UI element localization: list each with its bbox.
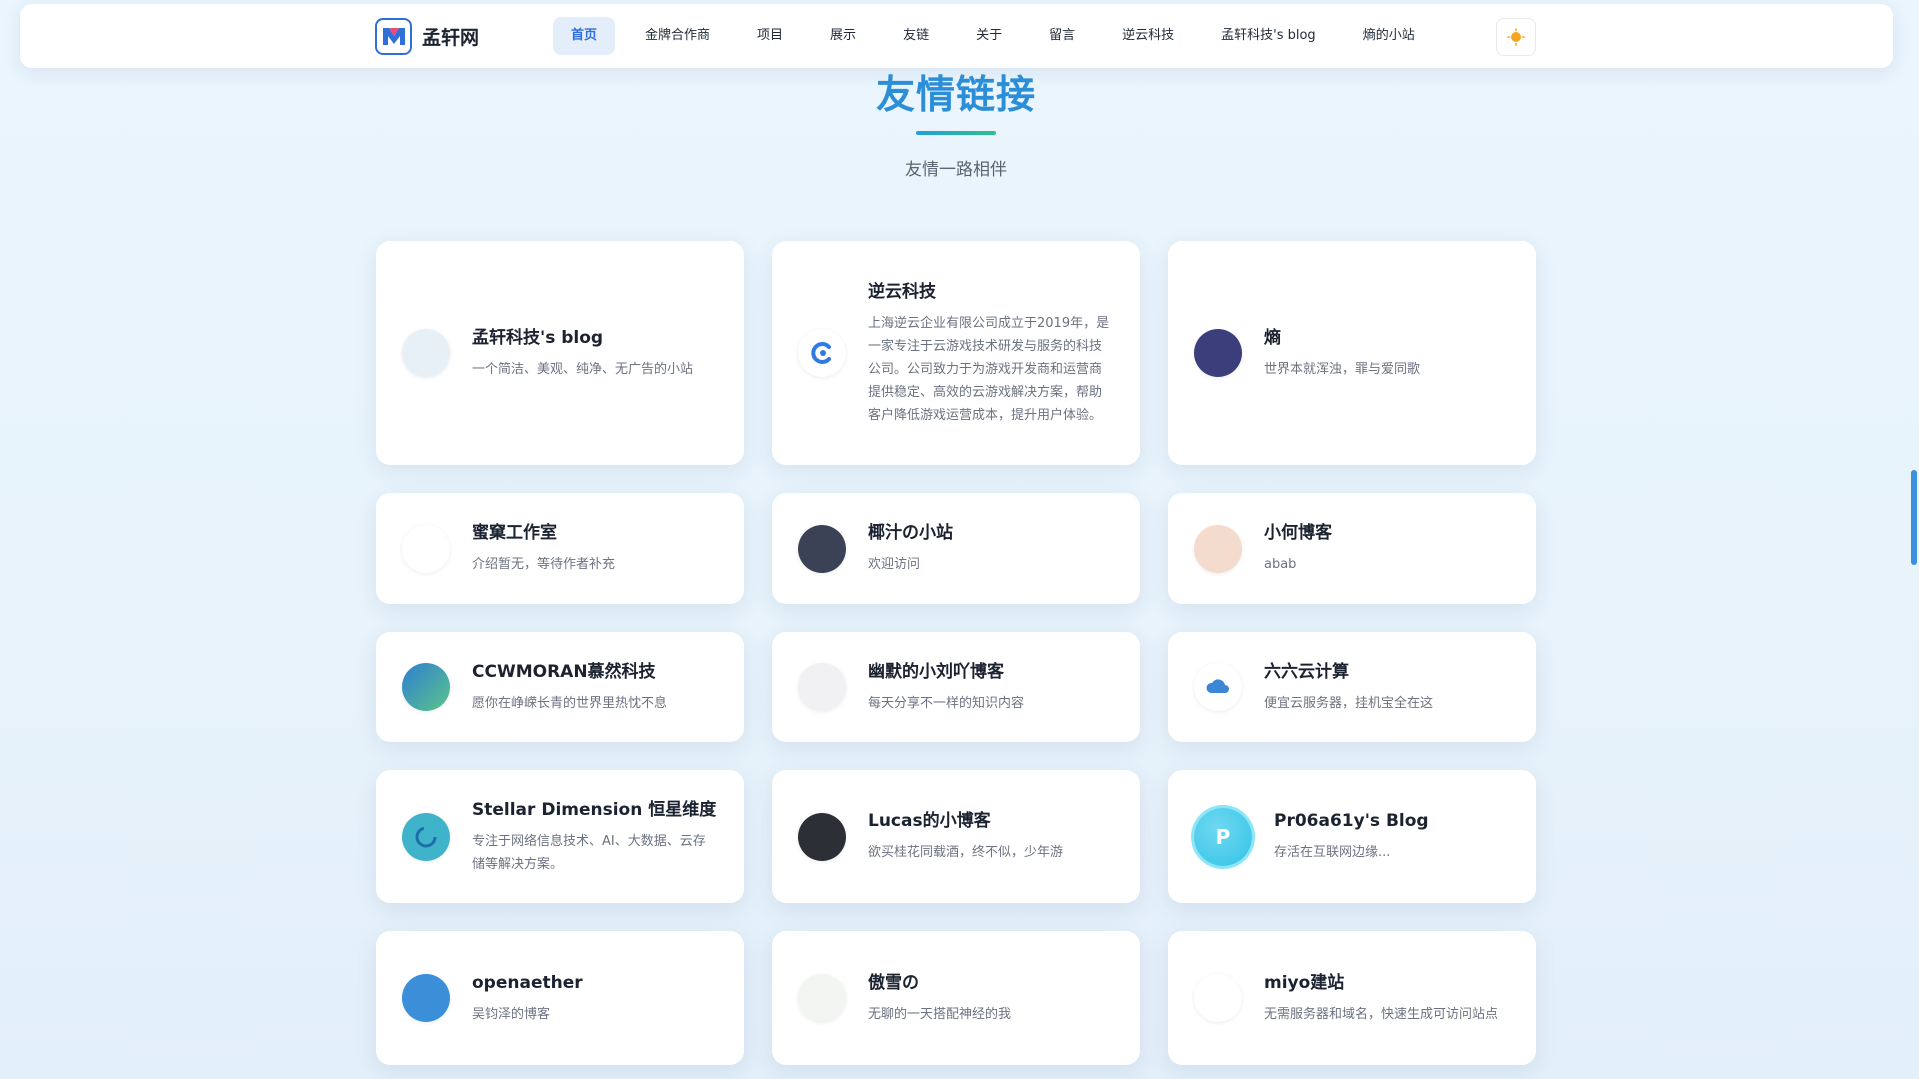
nav-item-niyun[interactable]: 逆云科技 <box>1105 17 1191 55</box>
letter-p-icon: P <box>1194 807 1252 866</box>
friend-link-card[interactable]: 幽默的小刘吖博客每天分享不一样的知识内容 <box>772 632 1140 742</box>
friend-link-card[interactable]: openaether 吴钧泽的博客 <box>376 931 744 1065</box>
friend-link-card[interactable]: Lucas的小博客欲买桂花同载酒，终不似，少年游 <box>772 770 1140 903</box>
friend-link-desc: 介绍暂无，等待作者补充 <box>472 557 616 572</box>
girl-avatar-icon <box>1194 524 1242 573</box>
friend-link-desc: 上海逆云企业有限公司成立于2019年，是一家专注于云游戏技术研发与服务的科技公司… <box>868 315 1110 423</box>
friend-link-card[interactable]: CCWMORAN慕然科技愿你在峥嵘长青的世界里热忱不息 <box>376 632 744 742</box>
cloud-logo-icon <box>1194 663 1242 711</box>
friend-link-name: 小何博客 <box>1264 523 1332 543</box>
friend-link-text: 蜜窠工作室介绍暂无，等待作者补充 <box>472 521 615 576</box>
friend-link-name: 六六云计算 <box>1264 661 1349 682</box>
friend-link-text: miyo建站无需服务器和域名，快速生成可访问站点 <box>1264 971 1498 1026</box>
friend-link-name: 熵 <box>1264 327 1281 348</box>
friend-link-desc: 世界本就浑浊，罪与爱同歌 <box>1264 361 1421 377</box>
friend-link-card[interactable]: 熵世界本就浑浊，罪与爱同歌 <box>1168 241 1536 465</box>
friend-link-card[interactable]: 蜜窠工作室介绍暂无，等待作者补充 <box>376 493 744 604</box>
friend-link-text: Pr06a61y's Blog 存活在互联网边缘... <box>1274 809 1429 864</box>
friend-link-text: 椰汁の小站 欢迎访问 <box>868 521 953 576</box>
friend-link-card[interactable]: P Pr06a61y's Blog 存活在互联网边缘... <box>1168 770 1536 903</box>
nav-item-mengxuan-blog[interactable]: 孟轩科技's blog <box>1204 17 1333 55</box>
friend-link-desc: 每天分享不一样的知识内容 <box>868 695 1025 711</box>
nav-item-showcase[interactable]: 展示 <box>813 17 873 55</box>
friend-link-desc: 欲买桂花同载酒，终不似，少年游 <box>868 845 1064 860</box>
friend-link-card[interactable]: 椰汁の小站 欢迎访问 <box>772 493 1140 604</box>
friend-link-card[interactable]: Stellar Dimension 恒星维度专注于网络信息技术、AI、大数据、云… <box>376 770 744 903</box>
section-title: 友情链接 <box>875 73 1036 118</box>
friend-link-desc: 欢迎访问 <box>868 557 921 572</box>
sketch-avatar-icon <box>798 974 846 1022</box>
white-hair-avatar-icon <box>798 663 846 711</box>
friend-link-desc: 无需服务器和域名，快速生成可访问站点 <box>1264 1006 1499 1022</box>
friend-link-text: 幽默的小刘吖博客每天分享不一样的知识内容 <box>868 660 1024 715</box>
friend-link-desc: 愿你在峥嵘长青的世界里热忱不息 <box>472 695 668 711</box>
nav-item-entropy-site[interactable]: 熵的小站 <box>1346 17 1432 55</box>
friend-link-text: 小何博客 abab <box>1264 521 1332 576</box>
friend-link-text: CCWMORAN慕然科技愿你在峥嵘长青的世界里热忱不息 <box>472 660 667 715</box>
friend-link-name: 幽默的小刘吖博客 <box>868 661 1004 682</box>
friend-link-text: Stellar Dimension 恒星维度专注于网络信息技术、AI、大数据、云… <box>472 798 718 876</box>
nav-item-projects[interactable]: 项目 <box>740 17 800 55</box>
nav-item-home[interactable]: 首页 <box>553 17 616 55</box>
brand-name: 孟轩网 <box>422 26 480 49</box>
m-logo-icon <box>375 17 412 55</box>
gradient-logo-icon <box>402 663 450 711</box>
friend-link-name: Stellar Dimension 恒星维度 <box>472 799 717 820</box>
anime-avatar-icon <box>402 329 450 377</box>
friend-link-name: Pr06a61y's Blog <box>1274 811 1429 831</box>
friend-link-desc: 一个简洁、美观、纯净、无广告的小站 <box>472 361 694 377</box>
friend-link-card[interactable]: 孟轩科技's blog 一个简洁、美观、纯净、无广告的小站 <box>376 241 744 465</box>
astronaut-avatar-icon <box>798 812 846 861</box>
theme-toggle-button[interactable] <box>1496 18 1536 56</box>
friend-link-text: 孟轩科技's blog 一个简洁、美观、纯净、无广告的小站 <box>472 326 693 381</box>
friend-link-text: openaether 吴钧泽的博客 <box>472 971 583 1026</box>
friend-link-card[interactable]: 傲雪の无聊的一天搭配神经的我 <box>772 931 1140 1065</box>
top-navbar: 孟轩网 首页 金牌合作商 项目 展示 友链 关于 留言 逆云科技 孟轩科技's … <box>20 4 1893 68</box>
friend-link-card[interactable]: 小何博客 abab <box>1168 493 1536 604</box>
friend-link-text: 傲雪の无聊的一天搭配神经的我 <box>868 971 1011 1026</box>
nav-item-gold-partners[interactable]: 金牌合作商 <box>628 17 727 55</box>
nav-item-guestbook[interactable]: 留言 <box>1032 17 1092 55</box>
friend-link-desc: 存活在互联网边缘... <box>1274 845 1391 860</box>
friend-link-name: 傲雪の <box>868 972 919 993</box>
main-nav: 首页 金牌合作商 项目 展示 友链 关于 留言 逆云科技 孟轩科技's blog… <box>553 17 1445 55</box>
nav-item-friend-links[interactable]: 友链 <box>886 17 946 55</box>
friend-link-name: CCWMORAN慕然科技 <box>472 661 656 682</box>
friend-link-name: 蜜窠工作室 <box>472 523 557 543</box>
friend-link-card[interactable]: 六六云计算便宜云服务器，挂机宝全在这 <box>1168 632 1536 742</box>
friend-link-text: 熵世界本就浑浊，罪与爱同歌 <box>1264 326 1420 381</box>
friend-link-name: 逆云科技 <box>868 281 936 302</box>
c-logo-icon <box>798 329 846 377</box>
section-subtitle: 友情一路相伴 <box>905 160 1007 180</box>
title-underline <box>916 131 996 135</box>
friend-link-name: 孟轩科技's blog <box>472 327 604 348</box>
friend-link-desc: 无聊的一天搭配神经的我 <box>868 1006 1012 1022</box>
night-sky-avatar-icon <box>1194 329 1242 377</box>
friend-link-name: openaether <box>472 972 583 993</box>
nav-item-about[interactable]: 关于 <box>959 17 1019 55</box>
scrollbar-thumb[interactable] <box>1911 470 1917 565</box>
friend-link-name: Lucas的小博客 <box>868 811 991 831</box>
friend-link-name: miyo建站 <box>1264 972 1345 993</box>
friend-link-text: 六六云计算便宜云服务器，挂机宝全在这 <box>1264 660 1433 715</box>
ring-logo-icon <box>402 812 450 861</box>
friend-link-desc: abab <box>1264 557 1297 572</box>
friend-link-card[interactable]: 逆云科技上海逆云企业有限公司成立于2019年，是一家专注于云游戏技术研发与服务的… <box>772 241 1140 465</box>
studio-logo-icon <box>402 524 450 573</box>
friend-link-card[interactable]: miyo建站无需服务器和域名，快速生成可访问站点 <box>1168 931 1536 1065</box>
dark-anime-avatar-icon <box>798 524 846 573</box>
cartoon-avatar-icon <box>402 974 450 1022</box>
friend-link-desc: 便宜云服务器，挂机宝全在这 <box>1264 695 1434 711</box>
friend-link-text: 逆云科技上海逆云企业有限公司成立于2019年，是一家专注于云游戏技术研发与服务的… <box>868 280 1114 427</box>
sun-icon <box>1507 28 1525 46</box>
brand-link[interactable]: 孟轩网 <box>375 17 480 55</box>
friend-link-name: 椰汁の小站 <box>868 523 953 543</box>
miyo-logo-icon <box>1194 974 1242 1022</box>
friend-link-desc: 专注于网络信息技术、AI、大数据、云存储等解决方案。 <box>472 833 706 872</box>
friend-link-desc: 吴钧泽的博客 <box>472 1006 551 1022</box>
friend-link-text: Lucas的小博客欲买桂花同载酒，终不似，少年游 <box>868 809 1063 864</box>
